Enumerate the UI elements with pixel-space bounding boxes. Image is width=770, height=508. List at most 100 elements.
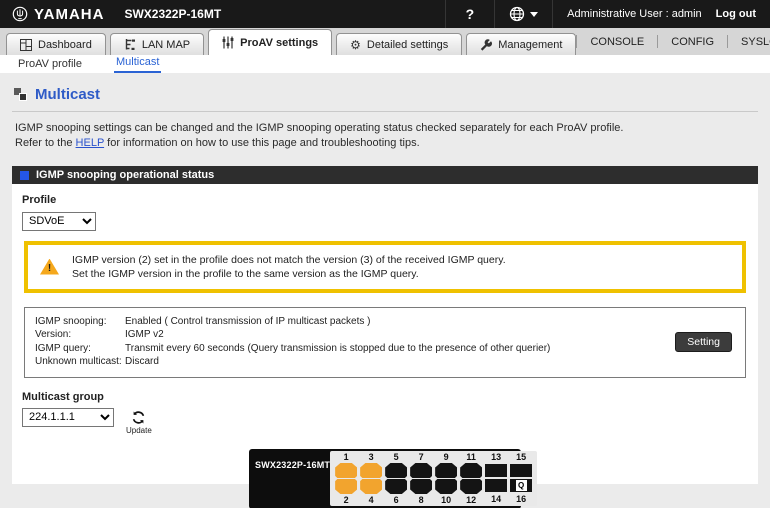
tab-lan-map[interactable]: LAN MAP — [110, 33, 204, 55]
port-number: 13 — [491, 452, 501, 462]
subtab-multicast[interactable]: Multicast — [114, 56, 161, 73]
tab-label: Detailed settings — [367, 39, 448, 51]
status-label: Unknown multicast: — [35, 355, 125, 369]
port-14 — [485, 479, 507, 492]
switch-graphic-wrap: SWX2322P-16MT 123456789101112131415Q16 — [22, 449, 748, 508]
profile-select[interactable]: SDVoE — [22, 212, 96, 231]
multicast-group-row: 224.1.1.1 Update — [22, 408, 748, 435]
description-line2-suffix: for information on how to use this page … — [104, 137, 420, 149]
gear-icon: ⚙ — [350, 39, 361, 51]
help-link[interactable]: HELP — [76, 137, 105, 149]
section-body: Profile SDVoE ! IGMP version (2) set in … — [12, 184, 758, 484]
page-title: Multicast — [35, 86, 100, 103]
warning-line1: IGMP version (2) set in the profile does… — [72, 254, 506, 266]
port-15 — [510, 464, 532, 477]
port-9 — [435, 463, 457, 478]
tab-dashboard[interactable]: Dashboard — [6, 33, 106, 55]
setting-button[interactable]: Setting — [675, 332, 732, 352]
subtab-proav-profile[interactable]: ProAV profile — [16, 58, 84, 73]
port-10 — [435, 479, 457, 494]
update-label: Update — [126, 426, 152, 435]
port-column: 12 — [335, 452, 357, 505]
page-title-icon — [14, 88, 27, 101]
port-number: 4 — [369, 495, 374, 505]
port-number: 12 — [466, 495, 476, 505]
status-label: IGMP query: — [35, 342, 125, 356]
port-4 — [360, 479, 382, 494]
logout-button[interactable]: Log out — [716, 8, 770, 20]
port-2 — [335, 479, 357, 494]
status-value: Transmit every 60 seconds (Query transmi… — [125, 342, 735, 356]
port-number: 10 — [441, 495, 451, 505]
multicast-group-select[interactable]: 224.1.1.1 — [22, 408, 114, 427]
section-header: IGMP snooping operational status — [12, 166, 758, 184]
port-column: 9 10 — [435, 452, 457, 505]
igmp-status-box: IGMP snooping: Enabled ( Control transmi… — [24, 307, 746, 378]
warning-text: IGMP version (2) set in the profile does… — [72, 253, 506, 281]
sliders-icon — [222, 36, 234, 49]
content-area: Multicast IGMP snooping settings can be … — [0, 73, 770, 508]
port-number: 3 — [369, 452, 374, 462]
language-button[interactable] — [495, 0, 552, 28]
tab-management[interactable]: Management — [466, 33, 576, 55]
port-number: 6 — [394, 495, 399, 505]
port-number: 16 — [516, 494, 526, 504]
port-number: 7 — [419, 452, 424, 462]
port-number: 1 — [344, 452, 349, 462]
brand-name: YAMAHA — [34, 6, 104, 23]
port-number: 15 — [516, 452, 526, 462]
switch-graphic: SWX2322P-16MT 123456789101112131415Q16 — [249, 449, 521, 508]
description-line1: IGMP snooping settings can be changed an… — [15, 122, 623, 134]
port-6 — [385, 479, 407, 494]
syslog-link[interactable]: SYSLOG — [728, 36, 770, 48]
port-column: 78 — [410, 452, 432, 505]
port-column: 11 12 — [460, 452, 482, 505]
lan-map-icon — [124, 39, 136, 51]
update-button[interactable]: Update — [126, 410, 152, 435]
port-number: 2 — [344, 495, 349, 505]
section-title: IGMP snooping operational status — [36, 169, 214, 181]
globe-icon — [509, 6, 525, 22]
port-16: Q — [510, 479, 532, 492]
page-title-row: Multicast — [12, 86, 758, 112]
switch-model-label: SWX2322P-16MT — [255, 460, 330, 470]
tab-proav-settings[interactable]: ProAV settings — [208, 29, 332, 55]
chevron-down-icon — [530, 12, 538, 17]
status-label: IGMP snooping: — [35, 315, 125, 329]
multicast-group-label: Multicast group — [22, 391, 748, 403]
status-value: Enabled ( Control transmission of IP mul… — [125, 315, 735, 329]
warning-icon: ! — [40, 259, 59, 275]
tab-label: ProAV settings — [240, 37, 318, 49]
status-row: Unknown multicast: Discard — [35, 355, 735, 369]
help-button[interactable]: ? — [446, 6, 495, 22]
tab-label: Management — [498, 39, 562, 51]
top-bar: YAMAHA SWX2322P-16MT ? Administrative Us… — [0, 0, 770, 28]
port-12 — [460, 479, 482, 494]
config-link[interactable]: CONFIG — [658, 36, 727, 48]
port-7 — [410, 463, 432, 478]
warning-box: ! IGMP version (2) set in the profile do… — [24, 241, 746, 293]
port-1 — [335, 463, 357, 478]
port-column: 56 — [385, 452, 407, 505]
description-line2-prefix: Refer to the — [15, 137, 76, 149]
brand-logo: YAMAHA — [0, 6, 114, 23]
port-number: 8 — [419, 495, 424, 505]
console-link[interactable]: CONSOLE — [577, 36, 657, 48]
tab-label: LAN MAP — [142, 39, 190, 51]
tab-detailed-settings[interactable]: ⚙ Detailed settings — [336, 33, 462, 55]
status-value: IGMP v2 — [125, 328, 735, 342]
device-name: SWX2322P-16MT — [124, 7, 221, 21]
main-tab-bar: Dashboard LAN MAP ProAV settings ⚙ Detai… — [0, 28, 770, 55]
sub-tab-bar: ProAV profile Multicast — [0, 55, 770, 73]
port-number: 11 — [466, 452, 476, 462]
port-number: 9 — [444, 452, 449, 462]
quick-links: CONSOLE CONFIG SYSLOG TECHINFO — [576, 28, 770, 55]
port-3 — [360, 463, 382, 478]
tab-label: Dashboard — [38, 39, 92, 51]
page-description: IGMP snooping settings can be changed an… — [15, 121, 755, 151]
port-13 — [485, 464, 507, 477]
port-5 — [385, 463, 407, 478]
port-11 — [460, 463, 482, 478]
wrench-icon — [480, 39, 492, 51]
port-number: 5 — [394, 452, 399, 462]
